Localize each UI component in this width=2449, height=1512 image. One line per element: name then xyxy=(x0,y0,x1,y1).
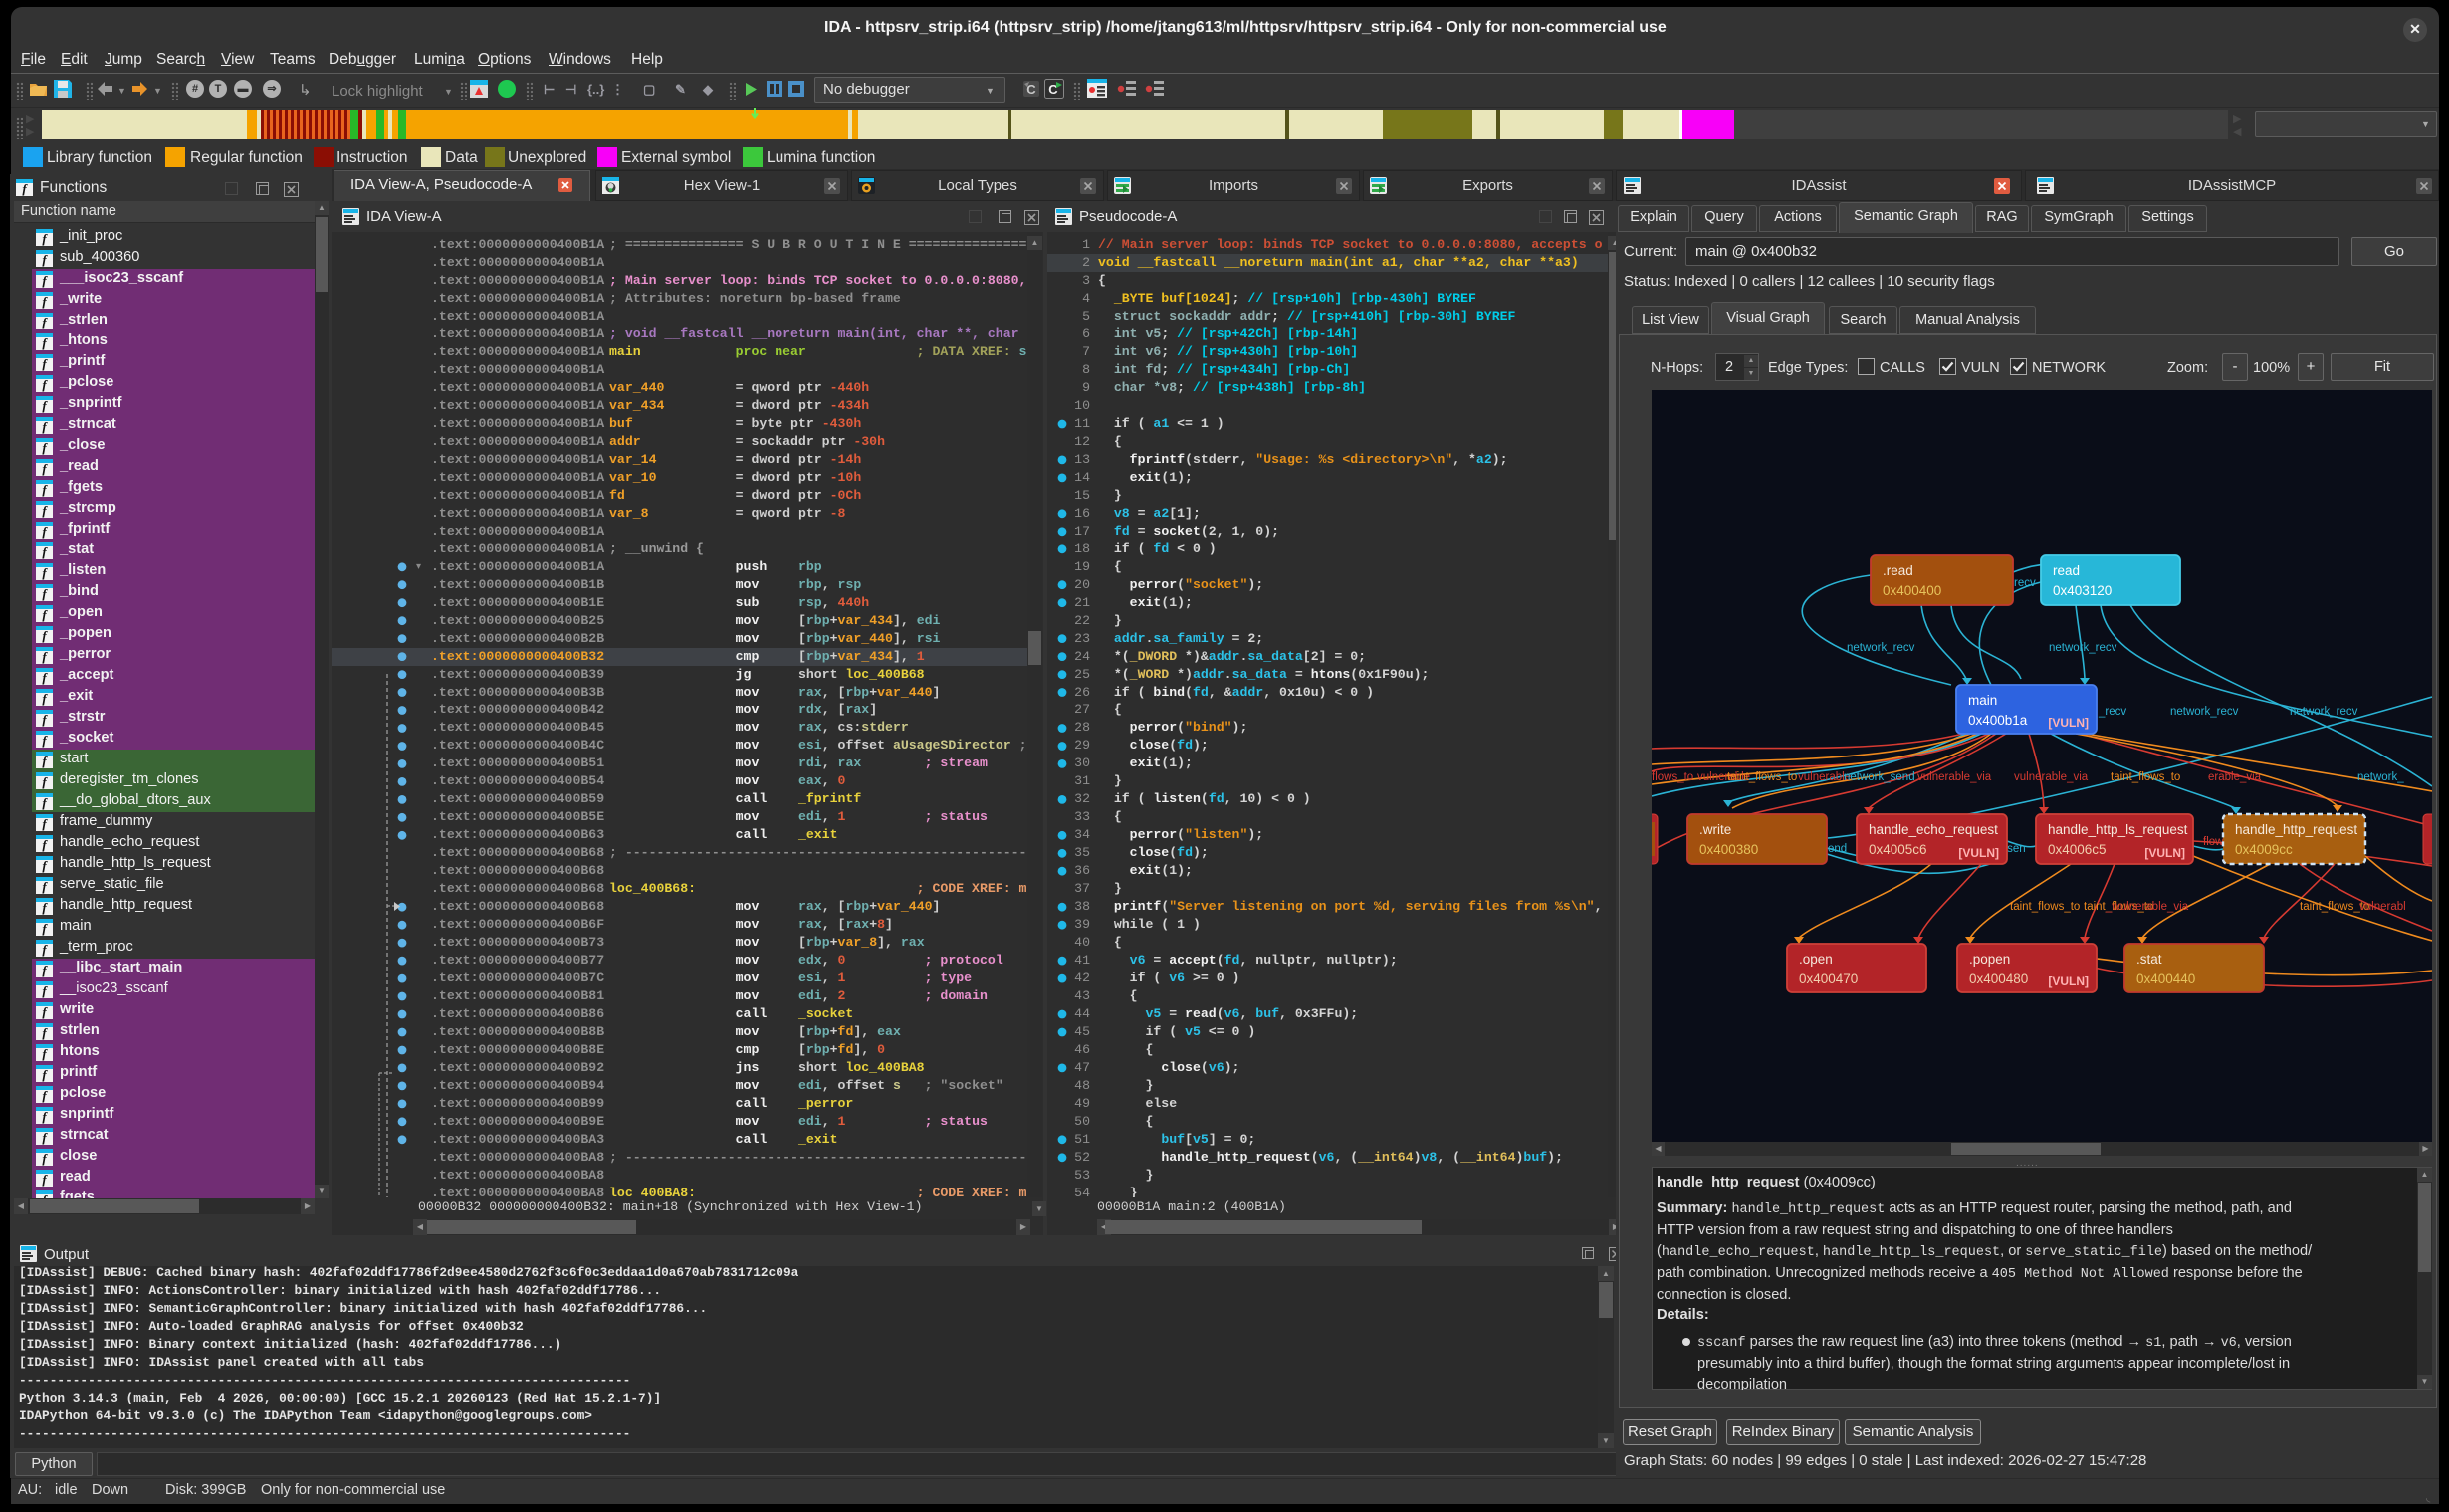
svg-text:0x400b1a: 0x400b1a xyxy=(1968,713,2028,728)
svg-text:[VULN]: [VULN] xyxy=(1958,846,1999,860)
svg-text:.write: .write xyxy=(1699,822,1731,837)
svg-text:.stat: .stat xyxy=(2136,952,2162,967)
svg-text:handle_http_ls_request: handle_http_ls_request xyxy=(2048,822,2188,837)
svg-text:vulnerable_via: vulnerable_via xyxy=(1917,771,1992,783)
svg-text:.popen: .popen xyxy=(1969,952,2010,967)
svg-text:recv: recv xyxy=(2014,577,2036,589)
svg-text:erable_via: erable_via xyxy=(2208,771,2262,783)
svg-text:_wulnerable_via: _wulnerable_via xyxy=(2105,901,2189,913)
svg-text:network_recv: network_recv xyxy=(1847,642,1915,654)
svg-text:network_send: network_send xyxy=(1844,771,1915,783)
svg-text:taint_flows_to: taint_flows_to xyxy=(2010,901,2080,913)
svg-text:0x4009cc: 0x4009cc xyxy=(2235,842,2293,857)
svg-text:handle_echo_request: handle_echo_request xyxy=(1869,822,1998,837)
svg-text:0x400380: 0x400380 xyxy=(1699,842,1758,857)
svg-text:network_recv: network_recv xyxy=(2290,706,2358,718)
svg-text:main: main xyxy=(1968,693,1997,708)
svg-text:[VULN]: [VULN] xyxy=(2144,846,2185,860)
svg-text:taint_flows_to: taint_flows_to xyxy=(1727,771,1797,783)
svg-text:taint_flows_to: taint_flows_to xyxy=(2111,771,2180,783)
svg-text:0x4005c6: 0x4005c6 xyxy=(1869,842,1927,857)
svg-text:_recv: _recv xyxy=(2098,706,2126,718)
svg-text:network_: network_ xyxy=(2357,771,2404,783)
svg-text:0x400400: 0x400400 xyxy=(1883,583,1941,598)
svg-text:0x4006c5: 0x4006c5 xyxy=(2048,842,2107,857)
svg-text:[VULN]: [VULN] xyxy=(2048,974,2089,988)
svg-text:0x403120: 0x403120 xyxy=(2053,583,2112,598)
svg-text:read: read xyxy=(2053,563,2080,578)
svg-text:0x400480: 0x400480 xyxy=(1969,972,2028,986)
svg-text:network_recv: network_recv xyxy=(2049,642,2117,654)
svg-text:.read: .read xyxy=(1883,563,1913,578)
svg-text:vulnerabl: vulnerabl xyxy=(2359,901,2406,913)
svg-text:handle_http_request: handle_http_request xyxy=(2235,822,2357,837)
svg-text:vulnerable_via: vulnerable_via xyxy=(2014,771,2089,783)
svg-text:[VULN]: [VULN] xyxy=(2048,716,2089,730)
svg-text:.open: .open xyxy=(1799,952,1833,967)
svg-text:0x400470: 0x400470 xyxy=(1799,972,1858,986)
svg-text:end: end xyxy=(1828,843,1847,855)
svg-text:0x400440: 0x400440 xyxy=(2136,972,2195,986)
svg-text:network_recv: network_recv xyxy=(2170,706,2239,718)
svg-text:flows_to: flows_to xyxy=(1652,771,1693,783)
